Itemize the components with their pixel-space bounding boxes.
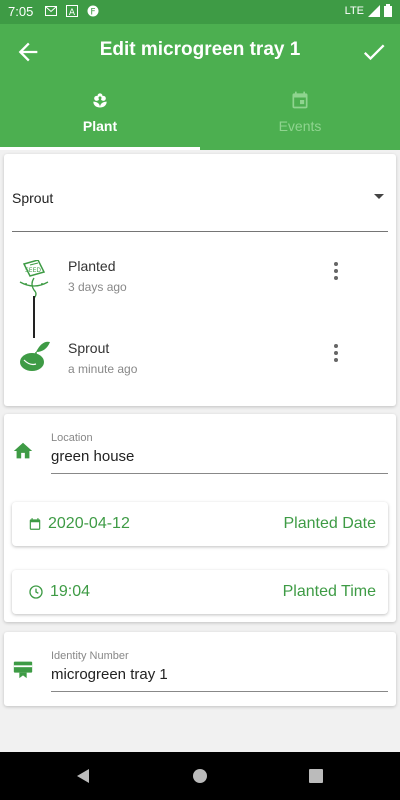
stage-dropdown[interactable]: Sprout bbox=[12, 184, 388, 232]
nav-home-icon[interactable] bbox=[192, 768, 208, 784]
planted-time-button[interactable]: 19:04 Planted Time bbox=[12, 570, 388, 614]
tab-events[interactable]: Events bbox=[200, 82, 400, 150]
tab-bar: Plant Events bbox=[0, 82, 400, 150]
planted-time-label: Planted Time bbox=[282, 583, 376, 600]
signal-icon bbox=[368, 4, 380, 17]
stage-subtitle: 3 days ago bbox=[68, 280, 127, 294]
calendar-icon bbox=[292, 91, 308, 109]
tab-indicator bbox=[0, 147, 200, 150]
chevron-down-icon bbox=[374, 194, 384, 199]
app-notification-icon: A bbox=[66, 5, 78, 17]
home-icon bbox=[13, 442, 33, 459]
planted-date-value: 2020-04-12 bbox=[48, 515, 130, 532]
svg-text:A: A bbox=[69, 8, 76, 17]
id-card-icon bbox=[13, 661, 33, 679]
svg-text:F: F bbox=[90, 8, 95, 18]
location-underline bbox=[51, 473, 388, 474]
identity-card: Identity Number microgreen tray 1 bbox=[4, 632, 396, 706]
stage-subtitle: a minute ago bbox=[68, 362, 138, 376]
save-check-icon[interactable] bbox=[360, 38, 388, 66]
app-bar: Edit microgreen tray 1 Plant Events bbox=[0, 24, 400, 150]
location-label: Location bbox=[51, 432, 93, 444]
nav-back-icon[interactable] bbox=[75, 768, 91, 784]
stage-row-planted: Planted 3 days ago bbox=[4, 252, 396, 312]
network-label: LTE bbox=[344, 4, 364, 17]
more-vert-icon[interactable] bbox=[332, 262, 340, 282]
app-circle-icon: F bbox=[87, 5, 99, 17]
identity-field[interactable]: Identity Number microgreen tray 1 bbox=[51, 650, 388, 692]
tab-plant[interactable]: Plant bbox=[0, 82, 200, 150]
identity-label: Identity Number bbox=[51, 650, 129, 662]
more-vert-icon[interactable] bbox=[332, 344, 340, 364]
calendar-icon bbox=[29, 518, 41, 530]
status-right: LTE bbox=[345, 4, 392, 17]
planted-date-label: Planted Date bbox=[283, 515, 376, 532]
back-arrow-icon[interactable] bbox=[14, 38, 42, 66]
battery-icon bbox=[384, 4, 392, 17]
flower-icon bbox=[93, 93, 107, 108]
status-bar: 7:05 A F LTE bbox=[0, 0, 400, 24]
system-nav-bar bbox=[0, 752, 400, 800]
planted-time-value: 19:04 bbox=[50, 583, 91, 600]
location-value: green house bbox=[51, 448, 135, 465]
stage-dropdown-value: Sprout bbox=[12, 190, 54, 206]
nav-recents-icon[interactable] bbox=[309, 769, 323, 783]
planted-date-button[interactable]: 2020-04-12 Planted Date bbox=[12, 502, 388, 546]
stage-title: Sprout bbox=[68, 340, 110, 356]
stage-row-sprout: Sprout a minute ago bbox=[4, 334, 396, 394]
tab-plant-label: Plant bbox=[82, 118, 118, 134]
page-title: Edit microgreen tray 1 bbox=[99, 39, 301, 60]
status-time: 7:05 bbox=[8, 4, 34, 19]
stage-title: Planted bbox=[68, 258, 116, 274]
identity-underline bbox=[51, 691, 388, 692]
stage-card: Sprout SEED Planted 3 days ago Sprout a … bbox=[4, 154, 396, 406]
tab-events-label: Events bbox=[278, 118, 322, 134]
clock-icon bbox=[29, 585, 43, 599]
gmail-icon bbox=[45, 6, 57, 16]
identity-value: microgreen tray 1 bbox=[51, 666, 168, 683]
location-field[interactable]: Location green house bbox=[51, 432, 388, 474]
